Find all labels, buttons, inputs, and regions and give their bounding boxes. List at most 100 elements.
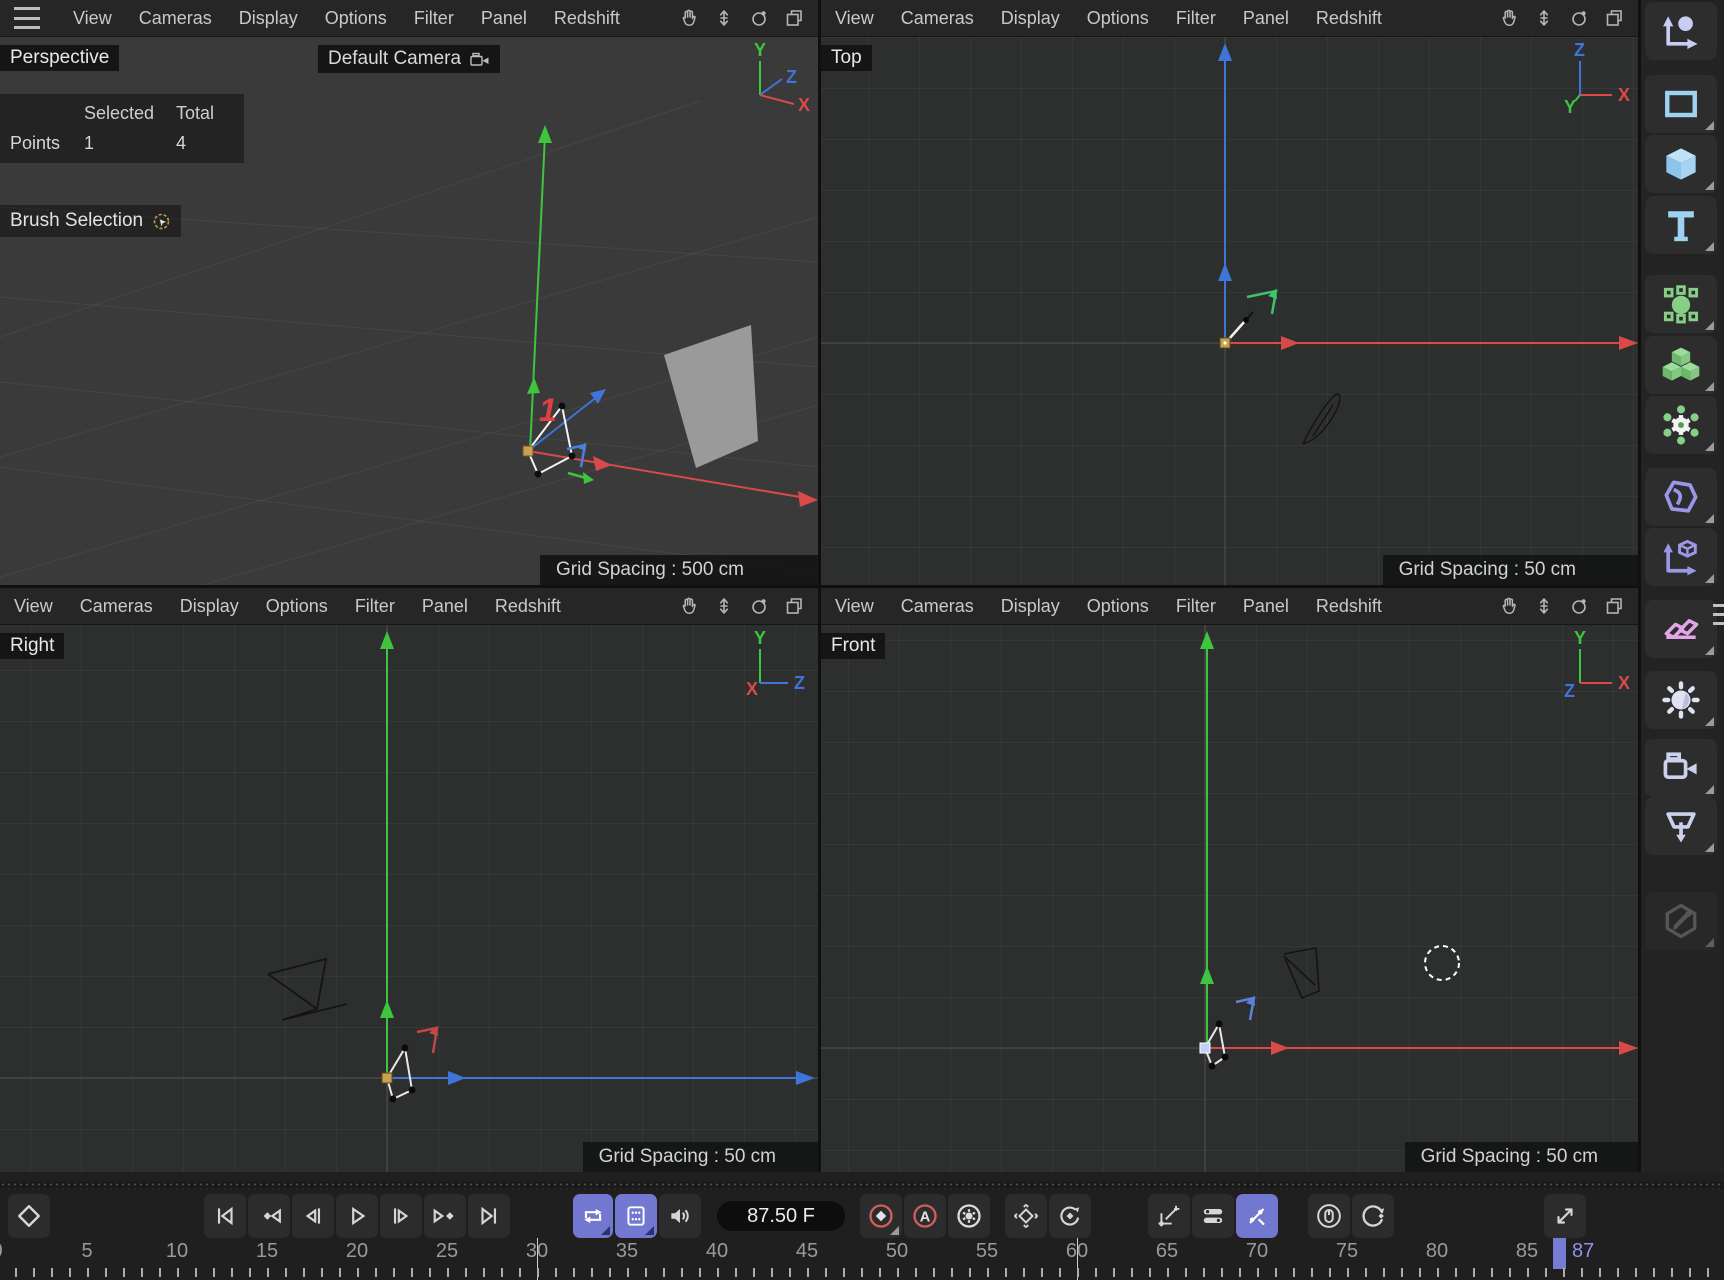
viewport-title[interactable]: Front	[821, 633, 885, 659]
hamburger-menu-icon[interactable]	[14, 7, 40, 29]
pan-hand-icon[interactable]	[1499, 8, 1519, 28]
menu-view[interactable]: View	[835, 8, 874, 29]
menu-options[interactable]: Options	[1087, 596, 1149, 617]
menu-cameras[interactable]: Cameras	[901, 8, 974, 29]
menu-display[interactable]: Display	[1001, 596, 1060, 617]
pan-hand-icon[interactable]	[1499, 596, 1519, 616]
mouse-record-button[interactable]	[1308, 1194, 1350, 1238]
camera-icon[interactable]	[470, 52, 490, 67]
menu-filter[interactable]: Filter	[414, 8, 454, 29]
menu-panel[interactable]: Panel	[422, 596, 468, 617]
symmetry-button[interactable]	[1645, 600, 1717, 658]
rotation-record-button[interactable]	[1352, 1194, 1394, 1238]
timeline-scale-button[interactable]	[1544, 1194, 1586, 1238]
menu-cameras[interactable]: Cameras	[901, 596, 974, 617]
add-keyframe-button[interactable]	[8, 1194, 50, 1238]
right-canvas[interactable]: Right Y Z X Grid Spacing : 50 cm	[0, 625, 818, 1172]
play-mode-button[interactable]	[615, 1194, 657, 1238]
ruler-label: 75	[1327, 1240, 1367, 1263]
playhead[interactable]	[1553, 1238, 1566, 1269]
sound-toggle-button[interactable]	[659, 1194, 701, 1238]
key-scale-button[interactable]	[1148, 1194, 1190, 1238]
viewport-menu-bar: View Cameras Display Options Filter Pane…	[0, 588, 818, 625]
play-button[interactable]	[336, 1194, 378, 1238]
key-position-button[interactable]	[1005, 1194, 1047, 1238]
menu-options[interactable]: Options	[325, 8, 387, 29]
toggle-view-icon[interactable]	[784, 8, 804, 28]
goto-end-button[interactable]	[468, 1194, 510, 1238]
motext-button[interactable]	[1645, 196, 1717, 254]
rotate-view-icon[interactable]	[749, 8, 769, 28]
rotate-view-icon[interactable]	[1569, 8, 1589, 28]
zoom-updown-icon[interactable]	[714, 596, 734, 616]
prev-frame-button[interactable]	[292, 1194, 334, 1238]
loop-playback-button[interactable]	[573, 1194, 613, 1238]
rotate-view-icon[interactable]	[1569, 596, 1589, 616]
next-frame-button[interactable]	[380, 1194, 422, 1238]
menu-options[interactable]: Options	[266, 596, 328, 617]
mograph-cloner-button[interactable]	[1645, 336, 1717, 394]
top-canvas[interactable]: Top Z X Y Grid Spacing : 50 cm	[821, 37, 1638, 585]
menu-view[interactable]: View	[14, 596, 53, 617]
zoom-updown-icon[interactable]	[1534, 8, 1554, 28]
menu-filter[interactable]: Filter	[1176, 8, 1216, 29]
menu-filter[interactable]: Filter	[355, 596, 395, 617]
toggle-view-icon[interactable]	[1604, 596, 1624, 616]
simulation-gear-button[interactable]	[1645, 396, 1717, 454]
current-frame-field[interactable]: 87.50 F	[717, 1201, 845, 1231]
pan-hand-icon[interactable]	[679, 8, 699, 28]
menu-panel[interactable]: Panel	[1243, 8, 1289, 29]
timeline-ruler[interactable]: 0 5 10 15 20 25 30 35 40 45 50 55 60 65 …	[0, 1238, 1724, 1280]
menu-view[interactable]: View	[835, 596, 874, 617]
perspective-canvas[interactable]: 1 Perspective Default Camera Selected To…	[0, 37, 818, 585]
goto-start-button[interactable]	[204, 1194, 246, 1238]
menu-view[interactable]: View	[73, 8, 112, 29]
keyframe-settings-button[interactable]	[948, 1194, 990, 1238]
toggle-view-icon[interactable]	[1604, 8, 1624, 28]
front-canvas[interactable]: Front Y X Z Grid Spacing : 50 cm	[821, 625, 1638, 1172]
cube-primitive-button[interactable]	[1645, 135, 1717, 193]
spline-rectangle-button[interactable]	[1645, 75, 1717, 133]
pan-hand-icon[interactable]	[679, 596, 699, 616]
viewport-title[interactable]: Right	[0, 633, 64, 659]
menu-redshift[interactable]: Redshift	[495, 596, 561, 617]
next-key-button[interactable]	[424, 1194, 466, 1238]
zoom-updown-icon[interactable]	[714, 8, 734, 28]
volume-axes-cube-button[interactable]	[1645, 528, 1717, 586]
menu-panel[interactable]: Panel	[1243, 596, 1289, 617]
edit-tool-button[interactable]	[1645, 892, 1717, 950]
menu-display[interactable]: Display	[239, 8, 298, 29]
camera-selector[interactable]: Default Camera	[318, 45, 500, 73]
menu-redshift[interactable]: Redshift	[554, 8, 620, 29]
hud-points-selected: 1	[84, 133, 176, 154]
menu-display[interactable]: Display	[1001, 8, 1060, 29]
viewport-title[interactable]: Perspective	[0, 45, 119, 71]
viewport-title[interactable]: Top	[821, 45, 872, 71]
zoom-updown-icon[interactable]	[1534, 596, 1554, 616]
timeline-drag-strip[interactable]	[0, 1182, 1724, 1189]
deformer-button[interactable]	[1645, 468, 1717, 526]
record-keyframe-button[interactable]	[860, 1194, 902, 1238]
workplane-axes-button[interactable]	[1645, 2, 1717, 60]
key-rotation-button[interactable]	[1049, 1194, 1091, 1238]
key-pla-button[interactable]	[1236, 1194, 1278, 1238]
menu-display[interactable]: Display	[180, 596, 239, 617]
prev-key-button[interactable]	[248, 1194, 290, 1238]
key-parameter-button[interactable]	[1192, 1194, 1234, 1238]
menu-redshift[interactable]: Redshift	[1316, 596, 1382, 617]
rotate-view-icon[interactable]	[749, 596, 769, 616]
mograph-selection-button[interactable]	[1645, 275, 1717, 333]
menu-cameras[interactable]: Cameras	[80, 596, 153, 617]
toggle-view-icon[interactable]	[784, 596, 804, 616]
autokey-button[interactable]: A	[904, 1194, 946, 1238]
camera-button[interactable]	[1645, 739, 1717, 797]
menu-options[interactable]: Options	[1087, 8, 1149, 29]
menu-redshift[interactable]: Redshift	[1316, 8, 1382, 29]
menu-cameras[interactable]: Cameras	[139, 8, 212, 29]
panel-divider-handle[interactable]	[1713, 604, 1724, 630]
hud-col-total: Total	[176, 103, 234, 124]
floor-button[interactable]	[1645, 797, 1717, 855]
menu-filter[interactable]: Filter	[1176, 596, 1216, 617]
light-button[interactable]	[1645, 671, 1717, 729]
menu-panel[interactable]: Panel	[481, 8, 527, 29]
